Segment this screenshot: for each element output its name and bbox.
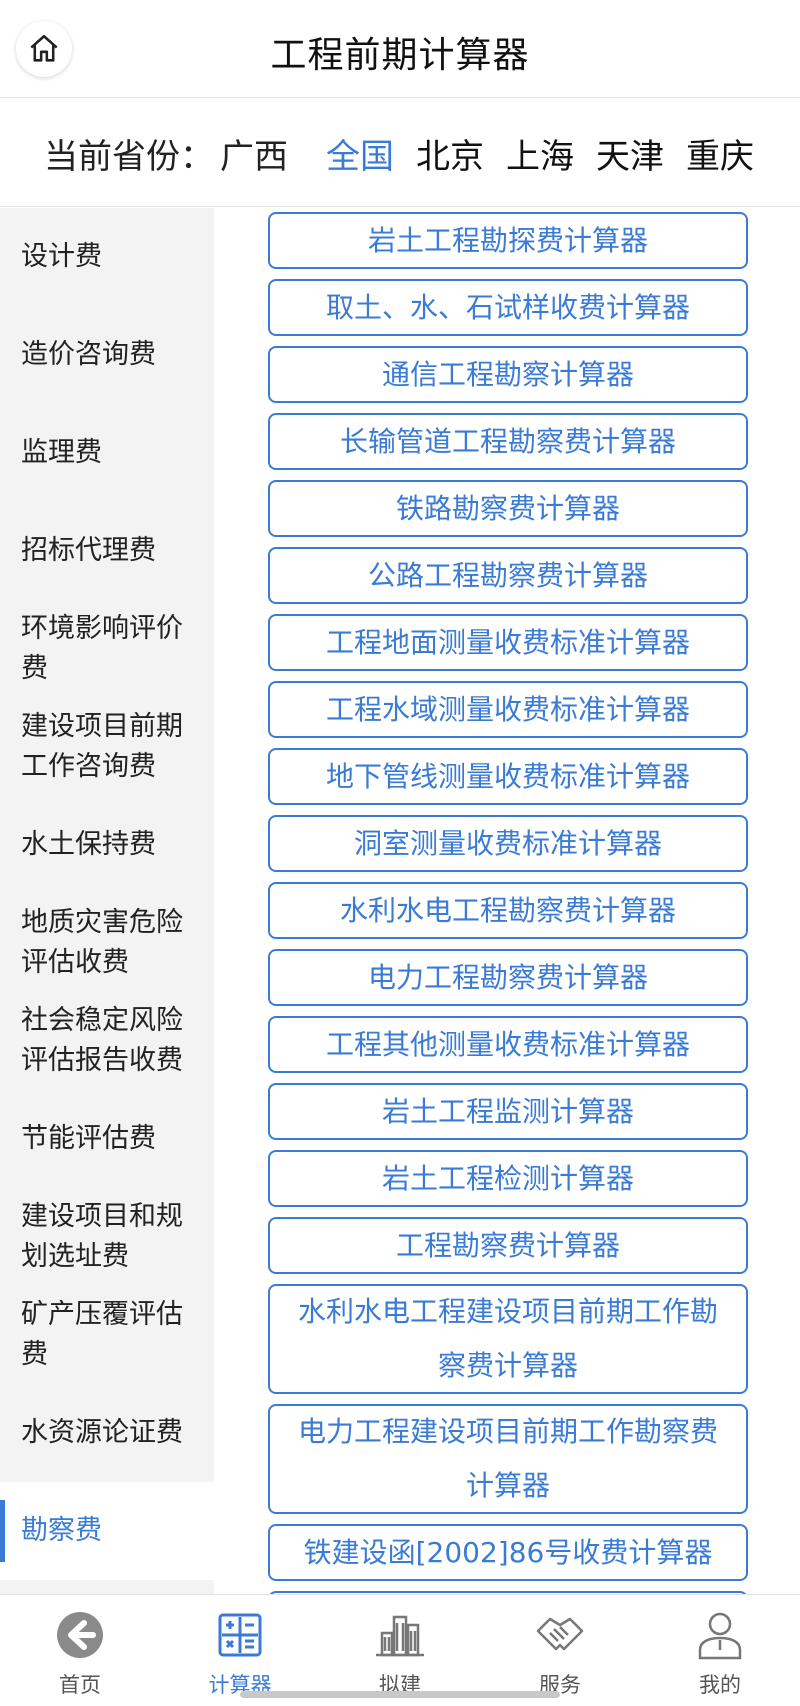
sidebar-item-water-resources-fee[interactable]: 水资源论证费 [0, 1384, 214, 1482]
tab-mine[interactable]: 我的 [640, 1595, 800, 1706]
calculator-button[interactable]: 水利水电工程建设项目前期工作勘察费计算器 [268, 1284, 748, 1394]
province-label: 当前省份： [44, 137, 214, 177]
province-options: 全国 北京 上海 天津 重庆 [326, 129, 754, 178]
sidebar-item-energy-assessment-fee[interactable]: 节能评估费 [0, 1090, 214, 1188]
province-option-national[interactable]: 全国 [326, 129, 394, 178]
sidebar-item-geohazard-assessment-fee[interactable]: 地质灾害危险评估收费 [0, 894, 214, 992]
tab-calculator[interactable]: 计算器 [160, 1595, 320, 1706]
calculator-button[interactable]: 洞室测量收费标准计算器 [268, 815, 748, 872]
calculator-icon [214, 1609, 266, 1661]
calculator-button[interactable]: 铁路勘察费计算器 [268, 480, 748, 537]
province-option-beijing[interactable]: 北京 [416, 129, 484, 178]
calculator-button[interactable]: 岩土工程监测计算器 [268, 1083, 748, 1140]
sidebar-item-supervision-fee[interactable]: 监理费 [0, 404, 214, 502]
calculator-button[interactable]: 长输管道工程勘察费计算器 [268, 413, 748, 470]
calculator-button[interactable]: 通信工程勘察计算器 [268, 346, 748, 403]
calculator-button[interactable]: 取土、水、石试样收费计算器 [268, 279, 748, 336]
sidebar-item-site-selection-fee[interactable]: 建设项目和规划选址费 [0, 1188, 214, 1286]
sidebar-item-mineral-overlay-fee[interactable]: 矿产压覆评估费 [0, 1286, 214, 1384]
tab-home[interactable]: 首页 [0, 1595, 160, 1706]
calculator-button[interactable]: 电力工程勘察费计算器 [268, 949, 748, 1006]
calculator-button[interactable]: 工程地面测量收费标准计算器 [268, 614, 748, 671]
sidebar-item-cost-consulting-fee[interactable]: 造价咨询费 [0, 306, 214, 404]
category-sidebar: 设计费 造价咨询费 监理费 招标代理费 环境影响评价费 建设项目前期工作咨询费 … [0, 208, 214, 1594]
user-icon [694, 1609, 746, 1661]
sidebar-item-soil-conservation-fee[interactable]: 水土保持费 [0, 796, 214, 894]
tab-label: 首页 [59, 1673, 101, 1697]
home-back-icon [54, 1609, 106, 1661]
sidebar-item-design-fee[interactable]: 设计费 [0, 208, 214, 306]
calculator-button[interactable]: 工程勘察费计算器 [268, 1217, 748, 1274]
province-option-chongqing[interactable]: 重庆 [686, 129, 754, 178]
sidebar-item-survey-fee[interactable]: 勘察费 [0, 1482, 214, 1580]
current-province[interactable]: 广西 [220, 129, 288, 178]
calculator-button[interactable]: 工程水域测量收费标准计算器 [268, 681, 748, 738]
calculator-button[interactable]: 地下管线测量收费标准计算器 [268, 748, 748, 805]
sidebar-item-social-stability-fee[interactable]: 社会稳定风险评估报告收费 [0, 992, 214, 1090]
tab-proposed[interactable]: 拟建 [320, 1595, 480, 1706]
calculator-button[interactable]: 工程其他测量收费标准计算器 [268, 1016, 748, 1073]
calculator-button[interactable]: 岩土工程检测计算器 [268, 1150, 748, 1207]
header: 工程前期计算器 [0, 0, 800, 98]
home-indicator [240, 1691, 560, 1698]
calculator-button[interactable]: 水利水电工程勘察费计算器 [268, 882, 748, 939]
tab-service[interactable]: 服务 [480, 1595, 640, 1706]
handshake-icon [534, 1609, 586, 1661]
sidebar-item-preliminary-consulting-fee[interactable]: 建设项目前期工作咨询费 [0, 698, 214, 796]
province-bar: 当前省份： 广西 全国 北京 上海 天津 重庆 [0, 99, 800, 207]
calculator-button[interactable]: 岩土工程勘探费计算器 [268, 212, 748, 269]
tab-label: 我的 [699, 1673, 741, 1697]
calculator-button[interactable]: 公路工程勘察费计算器 [268, 547, 748, 604]
calculator-list: 岩土工程勘探费计算器 取土、水、石试样收费计算器 通信工程勘察计算器 长输管道工… [268, 212, 748, 1594]
sidebar-item-bidding-agency-fee[interactable]: 招标代理费 [0, 502, 214, 600]
calculator-button[interactable]: 电力工程建设项目前期工作勘察费计算器 [268, 1404, 748, 1514]
calculator-button[interactable]: 铁建设函[2002]86号收费计算器 [268, 1524, 748, 1581]
province-option-tianjin[interactable]: 天津 [596, 129, 664, 178]
page-title: 工程前期计算器 [270, 35, 530, 76]
province-option-shanghai[interactable]: 上海 [506, 129, 574, 178]
bottom-tab-bar: 首页 计算器 拟建 服务 我的 [0, 1594, 800, 1706]
sidebar-item-environmental-assessment-fee[interactable]: 环境影响评价费 [0, 600, 214, 698]
buildings-icon [374, 1609, 426, 1661]
